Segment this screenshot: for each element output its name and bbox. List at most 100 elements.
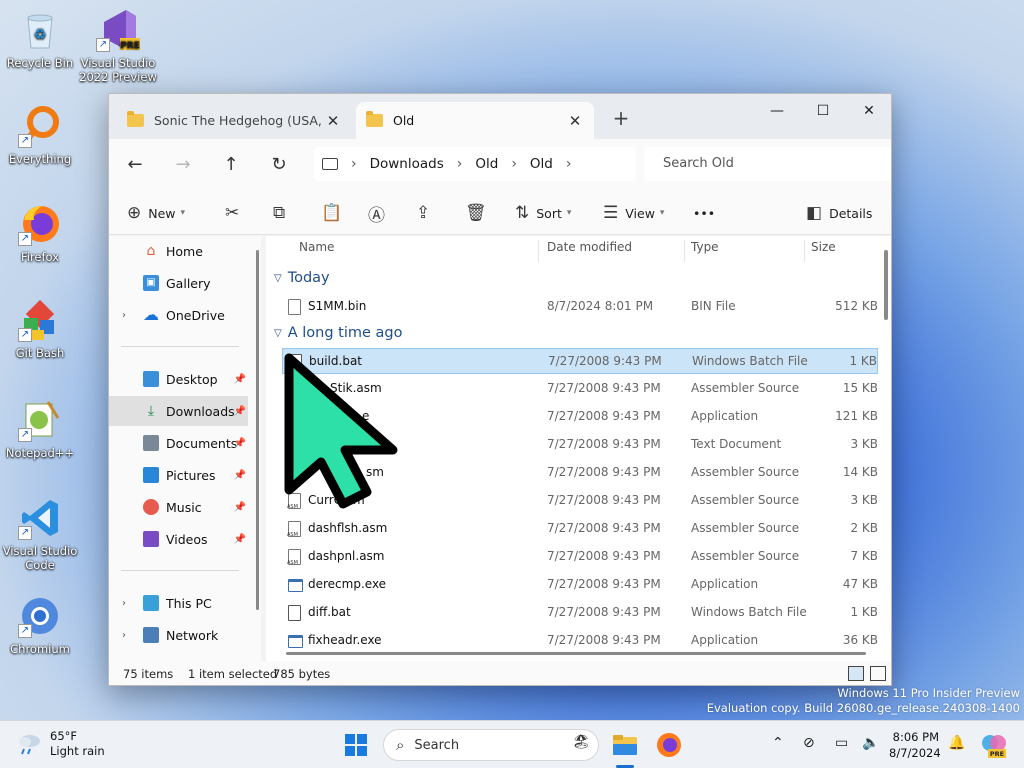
column-header-size[interactable]: Size <box>811 240 836 262</box>
tiles-view-button[interactable] <box>870 666 886 681</box>
notification-bell-icon[interactable]: 🔔 <box>948 735 965 751</box>
network-offline-icon[interactable]: ⊘ <box>803 735 815 751</box>
nav-label: Videos <box>166 531 208 547</box>
nav-label: Gallery <box>166 275 211 291</box>
search-input[interactable]: Search Old <box>644 147 891 181</box>
nav-label: Music <box>166 499 202 515</box>
desktop-icon-vscode[interactable]: ↗ Visual Studio Code <box>0 496 80 572</box>
desktop-icon-chromium[interactable]: ↗ Chromium <box>0 594 80 656</box>
chevron-right-icon[interactable]: › <box>115 598 133 609</box>
group-header-today[interactable]: ▽ Today <box>274 270 330 286</box>
chevron-right-icon[interactable]: › <box>457 156 463 172</box>
breadcrumb[interactable]: › Downloads › Old › Old › <box>314 147 636 181</box>
nav-item-downloads[interactable]: ⤓ Downloads 📌 <box>109 396 248 426</box>
desktop-icon-git-bash[interactable]: ↗ Git Bash <box>0 298 80 360</box>
file-date: 7/27/2008 9:43 PM <box>547 465 661 479</box>
breadcrumb-old[interactable]: Old <box>475 156 498 172</box>
file-row[interactable]: derecmp.exe 7/27/2008 9:43 PM Applicatio… <box>282 572 878 598</box>
column-header-date[interactable]: Date modified <box>547 240 632 262</box>
file-name: S1MM.bin <box>308 299 367 313</box>
chevron-up-icon[interactable]: ⌃ <box>772 735 784 751</box>
file-row[interactable]: fixheadr.exe 7/27/2008 9:43 PM Applicati… <box>282 628 878 654</box>
desktop-icon-everything[interactable]: ↗ Everything <box>0 104 80 166</box>
copy-button[interactable]: ⧉ <box>273 197 292 229</box>
forward-button[interactable]: → <box>167 149 199 181</box>
breadcrumb-old-current[interactable]: Old <box>530 156 553 172</box>
desktop-icon-visual-studio-2022[interactable]: PRE ↗ Visual Studio 2022 Preview <box>78 8 158 84</box>
desktop-icon-recycle-bin[interactable]: ♻ Recycle Bin <box>0 8 80 70</box>
delete-button[interactable]: 🗑 <box>465 197 494 229</box>
minimize-button[interactable]: — <box>754 96 800 126</box>
file-row[interactable]: S1MM.bin 8/7/2024 8:01 PM BIN File 512 K… <box>282 294 878 320</box>
column-divider[interactable] <box>538 240 539 262</box>
refresh-button[interactable]: ↻ <box>263 149 295 181</box>
breadcrumb-downloads[interactable]: Downloads <box>370 156 444 172</box>
taskbar-file-explorer[interactable] <box>611 731 639 759</box>
network-icon <box>143 627 159 643</box>
vertical-scrollbar[interactable] <box>884 250 888 320</box>
back-button[interactable]: ← <box>119 149 151 181</box>
nav-item-gallery[interactable]: ▣ Gallery <box>109 268 248 298</box>
copilot-button[interactable]: PRE <box>980 731 1008 759</box>
group-label: A long time ago <box>287 325 403 341</box>
chevron-right-icon[interactable]: › <box>115 310 133 321</box>
chevron-right-icon[interactable]: › <box>566 156 572 172</box>
desktop-icon-notepad-plus-plus[interactable]: ↗ Notepad++ <box>0 398 80 460</box>
column-header-name[interactable]: Name <box>299 240 334 262</box>
more-options-button[interactable]: ••• <box>693 197 715 229</box>
up-button[interactable]: ↑ <box>215 149 247 181</box>
details-view-button[interactable] <box>848 666 864 681</box>
tab-old[interactable]: Old ✕ <box>356 102 594 139</box>
view-button[interactable]: ☰ View ▾ <box>603 197 664 229</box>
volume-icon[interactable]: 🔈 <box>862 735 879 751</box>
group-header-long-time-ago[interactable]: ▽ A long time ago <box>274 325 402 341</box>
taskbar-firefox[interactable] <box>655 731 683 759</box>
file-size: 36 KB <box>842 633 878 647</box>
rename-button[interactable]: Ⓐ <box>368 197 392 229</box>
nav-label: Home <box>166 243 203 259</box>
chevron-right-icon[interactable]: › <box>115 630 133 641</box>
nav-item-desktop[interactable]: Desktop 📌 <box>109 364 248 394</box>
start-button[interactable] <box>342 731 370 759</box>
nav-item-music[interactable]: Music 📌 <box>109 492 248 522</box>
taskbar-clock[interactable]: 8:06 PM 8/7/2024 <box>889 729 941 761</box>
plus-circle-icon: ⊕ <box>127 203 142 223</box>
file-row[interactable]: diff.bat 7/27/2008 9:43 PM Windows Batch… <box>282 600 878 626</box>
close-tab-icon[interactable]: ✕ <box>566 112 584 130</box>
nav-item-documents[interactable]: Documents 📌 <box>109 428 248 458</box>
file-date: 7/27/2008 9:43 PM <box>547 437 661 451</box>
desktop-icon-label: Git Bash <box>15 346 65 360</box>
details-button[interactable]: ◧ Details <box>806 197 872 229</box>
chevron-right-icon[interactable]: › <box>351 156 357 172</box>
column-divider[interactable] <box>684 240 685 262</box>
display-icon[interactable]: ▭ <box>835 735 848 751</box>
nav-scrollbar[interactable] <box>256 250 259 610</box>
paste-button[interactable]: 📋 <box>321 197 349 229</box>
file-row[interactable]: dashpnl.asm 7/27/2008 9:43 PM Assembler … <box>282 544 878 570</box>
close-button[interactable]: ✕ <box>846 96 891 126</box>
file-row[interactable]: dashflsh.asm 7/27/2008 9:43 PM Assembler… <box>282 516 878 542</box>
nav-item-videos[interactable]: Videos 📌 <box>109 524 248 554</box>
nav-item-onedrive[interactable]: › ☁ OneDrive <box>109 300 248 330</box>
taskbar-search-box[interactable]: ⌕ Search 🏖 <box>383 729 599 761</box>
nav-item-this-pc[interactable]: › This PC <box>109 588 248 618</box>
column-divider[interactable] <box>804 240 805 262</box>
close-tab-icon[interactable]: ✕ <box>324 112 342 130</box>
nav-item-network[interactable]: › Network <box>109 620 248 650</box>
nav-item-home[interactable]: ⌂ Home <box>109 236 248 266</box>
chevron-right-icon[interactable]: › <box>511 156 517 172</box>
share-button[interactable]: ⇪ <box>416 197 437 229</box>
sort-button[interactable]: ⇅ Sort ▾ <box>515 197 571 229</box>
desktop-icon-firefox[interactable]: ↗ Firefox <box>0 202 80 264</box>
new-tab-button[interactable]: + <box>609 106 633 130</box>
nav-item-pictures[interactable]: Pictures 📌 <box>109 460 248 490</box>
weather-widget[interactable]: 65°F Light rain <box>16 729 105 759</box>
nav-label: Network <box>166 627 219 643</box>
horizontal-scrollbar[interactable] <box>286 652 866 655</box>
maximize-button[interactable]: ☐ <box>800 96 846 126</box>
cut-button[interactable]: ✂ <box>225 197 246 229</box>
new-button[interactable]: ⊕ New ▾ <box>127 197 185 229</box>
pin-icon: 📌 <box>233 533 246 545</box>
tab-sonic[interactable]: Sonic The Hedgehog (USA, Europe) ✕ <box>117 102 352 139</box>
column-header-type[interactable]: Type <box>691 240 719 262</box>
